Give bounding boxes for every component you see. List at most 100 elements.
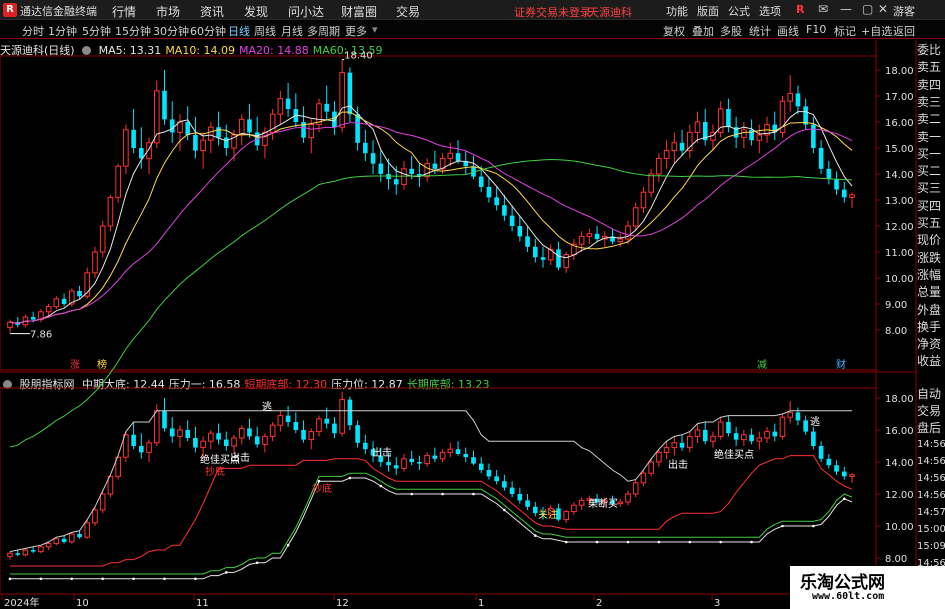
ind-candle-up <box>686 435 693 449</box>
sidebar-item[interactable]: 卖二 <box>917 111 945 127</box>
sidebar-item[interactable]: 总量 <box>917 284 945 300</box>
ind-y-tick-label: 14.00 <box>885 458 914 469</box>
main-candle-down <box>77 291 82 297</box>
main-candle-up <box>107 196 114 227</box>
main-candle-down <box>478 176 484 187</box>
watermark-title: 乐淘公式网 <box>800 573 885 593</box>
sidebar-item[interactable]: 卖五 <box>917 59 945 75</box>
sidebar-time-item[interactable]: 14:57 <box>917 505 945 521</box>
ind-candle-up <box>656 451 662 463</box>
ind-y-tick-label: 18.00 <box>885 394 914 405</box>
main-candle-down <box>517 226 523 237</box>
ind-candle-down <box>733 433 739 440</box>
bottom-dot <box>39 577 43 581</box>
ind-candle-up <box>238 427 245 439</box>
sidebar-item[interactable]: 买一 <box>917 146 945 162</box>
main-candle-down <box>818 148 824 169</box>
sidebar-item[interactable]: 现价 <box>917 232 945 248</box>
sidebar-item[interactable]: 买三 <box>917 180 945 196</box>
sidebar-item[interactable]: 外盘 <box>917 302 945 318</box>
sidebar-time-item[interactable]: 14:56 <box>917 471 945 487</box>
x-axis-label: 2 <box>596 598 602 609</box>
sidebar-time-item[interactable]: 15:09 <box>917 539 945 555</box>
ind-candle-up <box>640 472 647 484</box>
main-candle-up <box>632 207 639 227</box>
low-price-mark: 7.86 <box>30 330 52 341</box>
main-candle-down <box>185 122 190 135</box>
sidebar-item[interactable]: 收益 <box>917 353 945 369</box>
ind-candle-up <box>663 447 670 453</box>
bottom-dot <box>348 476 352 480</box>
ind-candle-up <box>45 543 52 548</box>
event-marker: 减 <box>757 359 767 371</box>
main-candle-up <box>45 306 52 313</box>
ind-candle-up <box>208 432 214 442</box>
main-candle-up <box>447 152 454 159</box>
main-candle-down <box>409 168 414 174</box>
ind-candle-down <box>811 431 816 446</box>
sidebar-time-item[interactable]: 14:56 <box>917 437 945 453</box>
y-tick-label: 10.00 <box>885 274 914 285</box>
sidebar-time-item[interactable]: 14:56 <box>917 454 945 470</box>
sidebar-time-item[interactable]: 14:56 <box>917 488 945 504</box>
main-candle-up <box>671 142 678 152</box>
ind-candle-down <box>185 430 190 438</box>
ind-candle-down <box>494 476 499 482</box>
main-candle-up <box>686 131 693 152</box>
main-candle-down <box>486 187 492 198</box>
ind-candle-down <box>478 463 484 470</box>
ind-candle-up <box>563 511 569 521</box>
sidebar-item[interactable]: 买四 <box>917 198 945 214</box>
ind-candle-down <box>301 430 306 440</box>
main-candle-up <box>663 150 670 159</box>
sidebar-item[interactable]: 买二 <box>917 163 945 179</box>
ind-candle-down <box>30 550 36 552</box>
sidebar-time-item[interactable]: 自动 <box>917 386 945 402</box>
sidebar-item[interactable]: 委比 <box>917 42 945 58</box>
indicator-signal: 绝佳买点 <box>200 453 240 466</box>
ind-candle-up <box>308 431 315 441</box>
ind-candle-up <box>764 431 770 439</box>
sidebar-item[interactable]: 换手 <box>917 319 945 335</box>
sidebar-item[interactable]: 涨幅 <box>917 267 945 283</box>
main-candle-down <box>30 317 36 320</box>
main-candle-up <box>563 254 569 269</box>
bottom-dot <box>379 484 383 488</box>
ind-candle-down <box>162 410 167 429</box>
ind-candle-down <box>486 470 492 477</box>
ind-candle-up <box>571 504 577 513</box>
ind-candle-up <box>84 522 91 538</box>
sidebar-time-item[interactable]: 交易 <box>917 403 945 419</box>
bottom-dot <box>410 492 413 496</box>
ind-candle-down <box>525 500 530 507</box>
chart-area[interactable]: 18.407.86涨榜减财 逃出击绝佳买点抄底出击抄底关注果断买出击绝佳买点逃 … <box>0 0 945 609</box>
main-candle-up <box>262 131 268 146</box>
main-candle-down <box>378 163 384 174</box>
sidebar-item[interactable]: 买五 <box>917 215 945 231</box>
main-candle-up <box>7 321 13 328</box>
ind-candle-up <box>92 509 98 524</box>
y-tick-label: 13.00 <box>885 196 914 207</box>
ind-candle-up <box>717 421 724 437</box>
indicator-signal: 逃 <box>810 415 820 428</box>
sidebar-item[interactable]: 净资 <box>917 336 945 352</box>
ind-candle-down <box>324 418 330 424</box>
sidebar-item[interactable]: 卖四 <box>917 77 945 93</box>
sidebar-item[interactable]: 卖三 <box>917 94 945 110</box>
main-candle-down <box>532 246 538 258</box>
ind-candle-up <box>262 435 268 445</box>
sidebar-item[interactable]: 涨跌 <box>917 250 945 266</box>
main-candle-down <box>455 153 461 161</box>
bottom-dot <box>163 577 166 581</box>
bottom-dot <box>750 540 753 544</box>
main-candle-down <box>525 236 530 247</box>
ind-candle-up <box>648 461 654 474</box>
ind-y-tick-label: 12.00 <box>885 490 914 501</box>
sidebar-item[interactable]: 卖一 <box>917 129 945 145</box>
sidebar-time-item[interactable]: 15:00 <box>917 522 945 538</box>
y-tick-label: 17.00 <box>885 92 914 103</box>
bottom-dot <box>441 492 444 496</box>
main-candle-down <box>61 298 67 304</box>
sidebar-time-item[interactable]: 盘后 <box>917 420 945 436</box>
bottom-dot <box>132 577 135 581</box>
